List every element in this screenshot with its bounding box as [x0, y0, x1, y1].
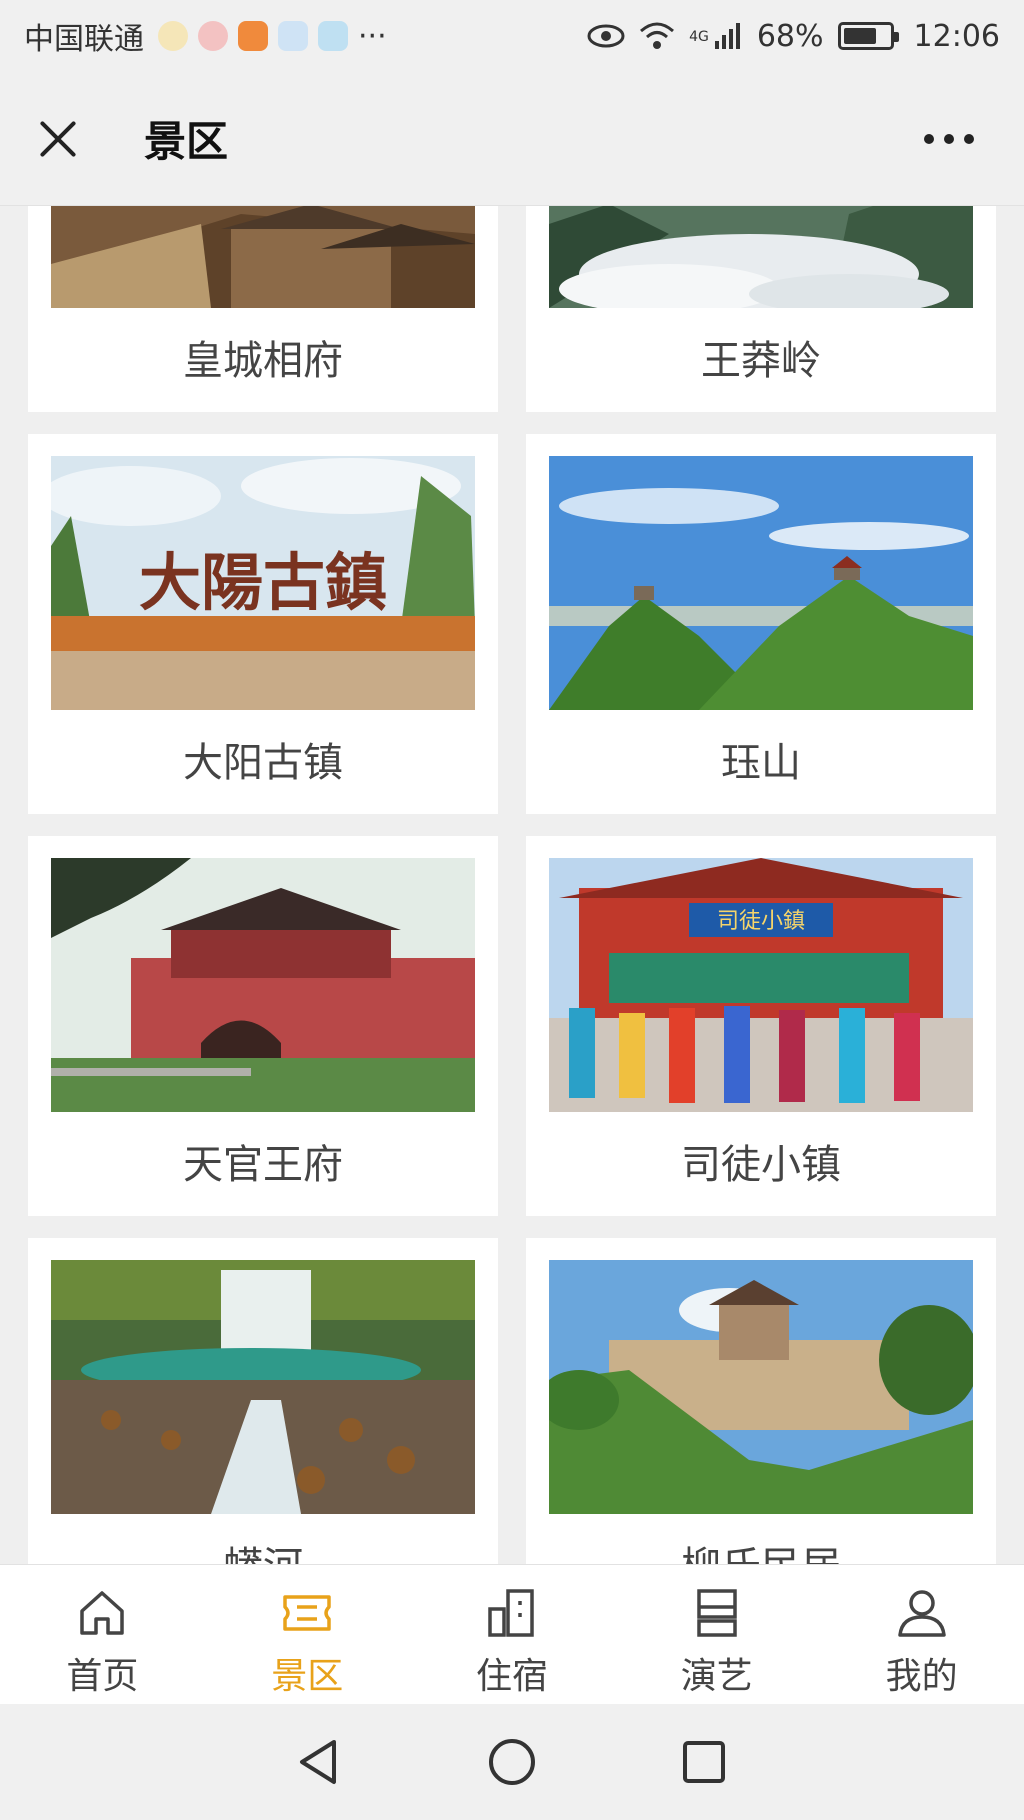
gate-sign-text: 司徒小鎮: [717, 909, 805, 934]
spot-card[interactable]: 蟒河: [28, 1238, 498, 1564]
spot-card[interactable]: 大陽古鎮 大阳古镇: [28, 434, 498, 814]
carrier-name: 中国联通: [24, 22, 144, 57]
tab-scenic[interactable]: 景区: [205, 1565, 410, 1704]
nav-bar: 景区: [0, 72, 1024, 206]
tab-label: 演艺: [680, 1656, 753, 1697]
spot-photo: [549, 456, 973, 710]
spot-name: 司徒小镇: [681, 1142, 841, 1188]
app-notification-icon: [158, 21, 188, 51]
town-sign-text: 大陽古鎮: [139, 546, 387, 619]
bottom-tab-bar: 首页 景区 住宿 演艺 我的: [0, 1564, 1024, 1704]
spot-photo: [51, 206, 475, 308]
spot-photo: [549, 1260, 973, 1514]
spot-name: 皇城相府: [183, 338, 343, 384]
eye-icon: [587, 24, 625, 48]
system-nav-bar: [0, 1704, 1024, 1820]
ticket-icon: [283, 1595, 331, 1631]
video-notification-icon: [238, 21, 268, 51]
spot-card[interactable]: 王莽岭: [526, 206, 996, 412]
close-icon[interactable]: [30, 109, 90, 169]
spot-photo: [51, 1260, 475, 1514]
more-notifications: ···: [358, 18, 387, 54]
page-title: 景区: [144, 117, 229, 166]
recents-square-icon[interactable]: [678, 1736, 730, 1788]
spot-card[interactable]: 珏山: [526, 434, 996, 814]
spot-card[interactable]: 皇城相府: [28, 206, 498, 412]
weibo-notification-icon: [198, 21, 228, 51]
stage-icon: [697, 1589, 737, 1637]
tab-shows[interactable]: 演艺: [614, 1565, 819, 1704]
more-options-icon[interactable]: [924, 133, 974, 144]
spot-name: 蟒河: [28, 1534, 498, 1564]
wifi-icon: [640, 22, 675, 49]
spot-name: 王莽岭: [701, 338, 821, 384]
spot-name: 柳氏民居: [526, 1534, 996, 1564]
message-notification-icon: [278, 21, 308, 51]
home-circle-icon[interactable]: [486, 1736, 538, 1788]
qq-notification-icon: [318, 21, 348, 51]
tab-label: 景区: [271, 1656, 344, 1697]
battery-percent: 68%: [756, 18, 824, 54]
spot-photo: [51, 858, 475, 1112]
battery-icon: [837, 22, 899, 50]
tab-lodging[interactable]: 住宿: [410, 1565, 615, 1704]
tab-label: 我的: [885, 1656, 958, 1697]
spot-photo: [549, 206, 973, 308]
signal-icon: [714, 23, 740, 49]
spot-name: 珏山: [721, 740, 801, 786]
building-icon: [488, 1589, 534, 1637]
tab-label: 住宿: [475, 1656, 548, 1697]
tab-profile[interactable]: 我的: [819, 1565, 1024, 1704]
spot-list[interactable]: 皇城相府 王莽岭 大陽古鎮 大阳古镇 珏山 天官王府 司徒小鎮 司徒小镇: [0, 206, 1024, 1564]
spot-photo: 司徒小鎮: [549, 858, 973, 1112]
spot-card[interactable]: 天官王府: [28, 836, 498, 1216]
back-icon[interactable]: [294, 1736, 346, 1788]
notification-icons: ···: [158, 19, 387, 54]
spot-card[interactable]: 司徒小鎮 司徒小镇: [526, 836, 996, 1216]
spot-card[interactable]: 柳氏民居: [526, 1238, 996, 1564]
tab-home[interactable]: 首页: [0, 1565, 205, 1704]
spot-name: 大阳古镇: [183, 740, 343, 786]
home-icon: [80, 1591, 125, 1635]
status-bar: 中国联通 ··· 4G 68% 12:06: [0, 0, 1024, 72]
clock: 12:06: [913, 18, 1000, 54]
spot-name: 天官王府: [183, 1142, 343, 1188]
spot-photo: 大陽古鎮: [51, 456, 475, 710]
network-type: 4G: [689, 28, 709, 45]
tab-label: 首页: [66, 1656, 139, 1697]
user-icon: [897, 1590, 946, 1637]
